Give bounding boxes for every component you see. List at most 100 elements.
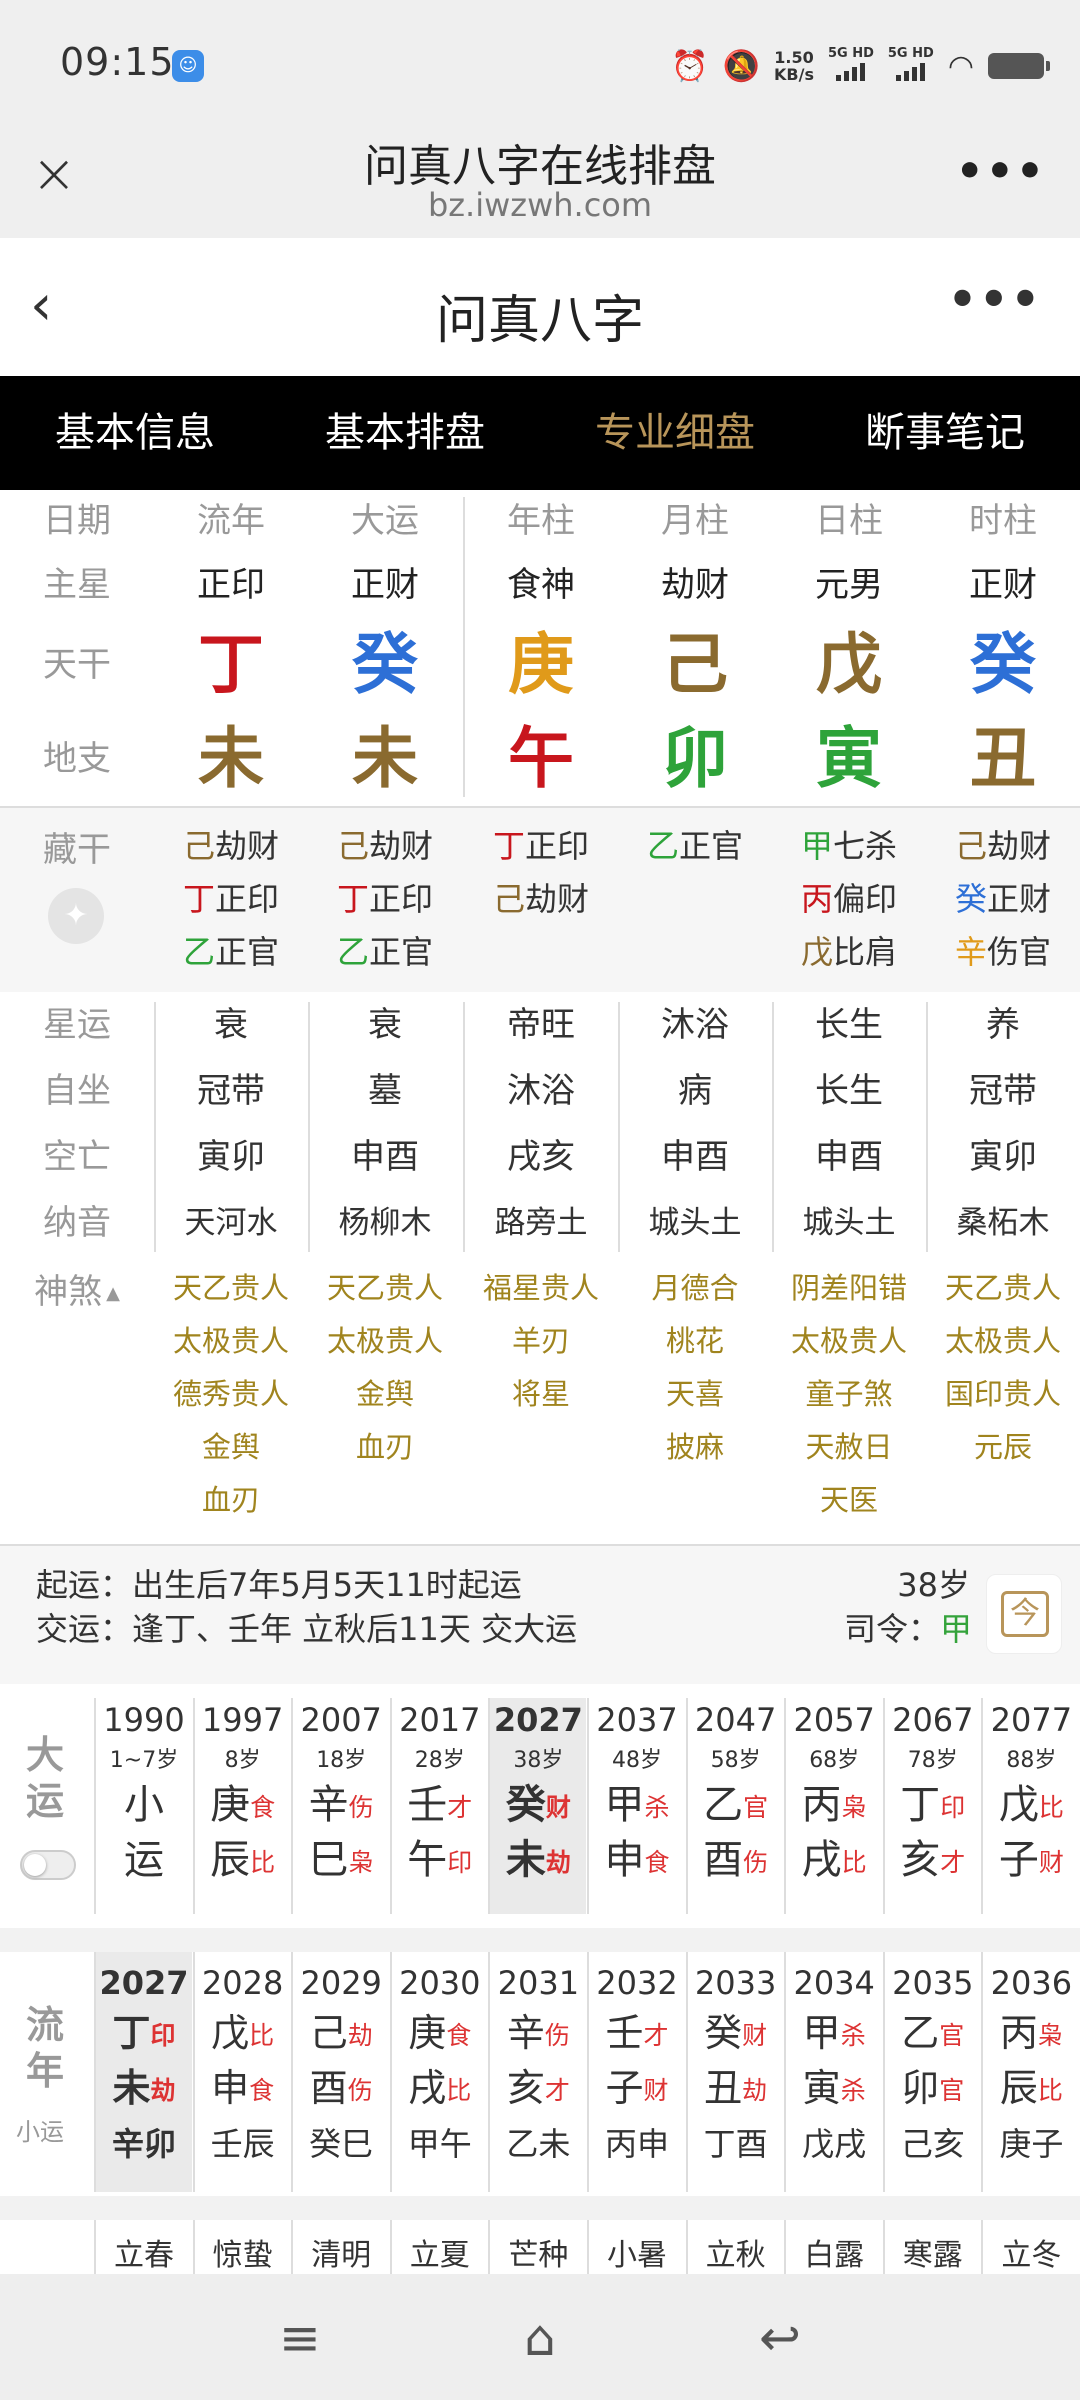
liunian-item[interactable]: 2033 癸财 丑劫 丁酉 bbox=[685, 1952, 784, 2192]
shensha-item[interactable]: 太极贵人 bbox=[308, 1315, 462, 1368]
tab-pro-chart[interactable]: 专业细盘 bbox=[540, 376, 810, 490]
shensha-item[interactable]: 太极贵人 bbox=[772, 1315, 926, 1368]
today-calendar-button[interactable]: 今 bbox=[986, 1574, 1062, 1654]
shensha-item[interactable]: 福星贵人 bbox=[464, 1262, 618, 1315]
dizhi-cell[interactable]: 卯 bbox=[618, 712, 772, 806]
shensha-item[interactable]: 童子煞 bbox=[772, 1368, 926, 1421]
tiangan-cell[interactable]: 癸 bbox=[308, 618, 462, 712]
liunian-item[interactable]: 2029 己劫 酉伤 癸巳 bbox=[291, 1952, 389, 2192]
jieqi-item[interactable]: 立秋 bbox=[685, 2220, 784, 2274]
shensha-item[interactable]: 德秀贵人 bbox=[154, 1368, 308, 1421]
status-icons: ⏰ 🔕 1.50 KB/s 5G HD 5G HD ◠ bbox=[671, 46, 1050, 86]
shensha-item[interactable]: 天赦日 bbox=[772, 1421, 926, 1474]
xiaoyun-ganzhi: 丙申 bbox=[604, 2125, 669, 2163]
jieqi-item[interactable]: 清明 bbox=[291, 2220, 389, 2274]
shensha-item[interactable]: 羊刃 bbox=[464, 1315, 618, 1368]
shensha-item[interactable]: 元辰 bbox=[926, 1421, 1080, 1474]
menu-icon[interactable]: ≡ bbox=[270, 2308, 330, 2368]
page-more-icon[interactable]: ••• bbox=[948, 272, 1042, 326]
jieqi-item[interactable]: 立春 bbox=[94, 2220, 192, 2274]
dayun-item[interactable]: 2007 18岁 辛伤 巳枭 bbox=[291, 1698, 389, 1914]
pillar-divider bbox=[463, 497, 465, 797]
tiangan-cell[interactable]: 戊 bbox=[772, 618, 926, 712]
canggan-item: 甲七杀 bbox=[772, 820, 926, 873]
tiangan-cell[interactable]: 丁 bbox=[154, 618, 308, 712]
ganzhi: 丙枭 bbox=[983, 2008, 1079, 2063]
dizhi-cell[interactable]: 未 bbox=[308, 712, 462, 806]
tab-basic-chart[interactable]: 基本排盘 bbox=[270, 376, 540, 490]
liunian-item[interactable]: 2031 辛伤 亥才 乙未 bbox=[488, 1952, 586, 2192]
tab-basic-info[interactable]: 基本信息 bbox=[0, 376, 270, 490]
liunian-item[interactable]: 2028 戊比 申食 壬辰 bbox=[192, 1952, 291, 2192]
pin-icon[interactable]: ✦ bbox=[48, 888, 104, 944]
dayun-item[interactable]: 2027 38岁 癸财 未劫 bbox=[488, 1698, 587, 1914]
app-notification-icon: ☺ bbox=[172, 50, 204, 82]
jieqi-item[interactable]: 立夏 bbox=[389, 2220, 488, 2274]
dayun-item[interactable]: 2067 78岁 丁印 亥才 bbox=[882, 1698, 981, 1914]
dayun-item[interactable]: 2057 68岁 丙枭 戌比 bbox=[784, 1698, 882, 1914]
nayin-cell: 城头土 bbox=[802, 1205, 896, 1241]
shensha-item[interactable]: 天乙贵人 bbox=[154, 1262, 308, 1315]
tiangan-cell[interactable]: 癸 bbox=[926, 618, 1080, 712]
shensha-item[interactable]: 金舆 bbox=[154, 1421, 308, 1474]
back-nav-icon[interactable]: ↩ bbox=[750, 2308, 810, 2368]
dizhi-cell[interactable]: 午 bbox=[464, 712, 618, 806]
jieqi-item[interactable]: 小暑 bbox=[587, 2220, 685, 2274]
network-speed: 1.50 KB/s bbox=[774, 48, 814, 84]
tab-notes[interactable]: 断事笔记 bbox=[810, 376, 1080, 490]
shensha-item[interactable]: 披麻 bbox=[618, 1421, 772, 1474]
dayun-item[interactable]: 2017 28岁 壬才 午印 bbox=[389, 1698, 488, 1914]
tiangan-cell[interactable]: 庚 bbox=[464, 618, 618, 712]
row-label-shensha[interactable]: 神煞 ▲ bbox=[0, 1264, 154, 1313]
dayun-item[interactable]: 1990 1~7岁小运 bbox=[94, 1698, 192, 1914]
shensha-item[interactable]: 桃花 bbox=[618, 1315, 772, 1368]
jieqi-item[interactable]: 芒种 bbox=[488, 2220, 586, 2274]
liunian-item[interactable]: 2036 丙枭 辰比 庚子 bbox=[981, 1952, 1079, 2192]
dizhi-cell[interactable]: 寅 bbox=[772, 712, 926, 806]
row-date: 日期 流年 大运 年柱 月柱 日柱 时柱 bbox=[0, 490, 1080, 552]
shensha-item[interactable]: 天乙贵人 bbox=[308, 1262, 462, 1315]
dayun-item[interactable]: 2037 48岁 甲杀 申食 bbox=[587, 1698, 685, 1914]
liunian-item[interactable]: 2030 庚食 戌比 甲午 bbox=[389, 1952, 488, 2192]
canggan-shishen: 比肩 bbox=[833, 933, 898, 971]
shensha-item[interactable]: 太极贵人 bbox=[154, 1315, 308, 1368]
dizhi-cell[interactable]: 未 bbox=[154, 712, 308, 806]
liunian-item[interactable]: 2027 丁印 未劫 辛卯 bbox=[94, 1952, 192, 2192]
shishen-tag: 劫 bbox=[742, 2076, 768, 2105]
ganzhi: 申食 bbox=[195, 2063, 291, 2118]
jieqi-item[interactable]: 寒露 bbox=[882, 2220, 981, 2274]
shensha-item[interactable]: 天医 bbox=[772, 1474, 926, 1527]
dayun-item[interactable]: 2047 58岁 乙官 酉伤 bbox=[685, 1698, 784, 1914]
liunian-item[interactable]: 2035 乙官 卯官 己亥 bbox=[882, 1952, 981, 2192]
jieqi-item[interactable]: 惊蛰 bbox=[192, 2220, 291, 2274]
browser-more-icon[interactable]: ••• bbox=[956, 146, 1046, 197]
shensha-item[interactable]: 太极贵人 bbox=[926, 1315, 1080, 1368]
col-header: 月柱 bbox=[661, 501, 729, 541]
dayun-item[interactable]: 1997 8岁 庚食 辰比 bbox=[192, 1698, 291, 1914]
liunian-item[interactable]: 2034 甲杀 寅杀 戊戌 bbox=[784, 1952, 882, 2192]
canggan-stem: 甲 bbox=[800, 827, 833, 865]
shensha-item[interactable]: 天乙贵人 bbox=[926, 1262, 1080, 1315]
shensha-item[interactable]: 阴差阳错 bbox=[772, 1262, 926, 1315]
nayin-cell: 杨柳木 bbox=[338, 1205, 432, 1241]
shensha-item[interactable]: 月德合 bbox=[618, 1262, 772, 1315]
liunian-item[interactable]: 2032 壬才 子财 丙申 bbox=[587, 1952, 685, 2192]
dizhi-cell[interactable]: 丑 bbox=[926, 712, 1080, 806]
dayun-toggle[interactable] bbox=[20, 1850, 76, 1880]
shensha-item[interactable]: 国印贵人 bbox=[926, 1368, 1080, 1421]
shensha-item[interactable]: 将星 bbox=[464, 1368, 618, 1421]
tiangan-cell[interactable]: 己 bbox=[618, 618, 772, 712]
jieqi-item[interactable]: 立冬 bbox=[981, 2220, 1079, 2274]
ganzhi: 乙官 bbox=[885, 2008, 981, 2063]
jieqi-item[interactable]: 白露 bbox=[784, 2220, 882, 2274]
shensha-item[interactable]: 天喜 bbox=[618, 1368, 772, 1421]
shensha-item[interactable]: 血刃 bbox=[308, 1421, 462, 1474]
shensha-item[interactable]: 金舆 bbox=[308, 1368, 462, 1421]
home-icon[interactable]: ⌂ bbox=[510, 2308, 570, 2368]
shensha-item[interactable]: 血刃 bbox=[154, 1474, 308, 1527]
collapse-arrow-icon[interactable]: ▲ bbox=[106, 1283, 120, 1304]
browser-title-bar: × 问真八字在线排盘 bz.iwzwh.com ••• bbox=[0, 130, 1080, 238]
ganzhi: 寅杀 bbox=[786, 2063, 882, 2118]
ganzhi-char: 子 bbox=[605, 2066, 644, 2110]
dayun-item[interactable]: 2077 88岁 戊比 子财 bbox=[981, 1698, 1079, 1914]
